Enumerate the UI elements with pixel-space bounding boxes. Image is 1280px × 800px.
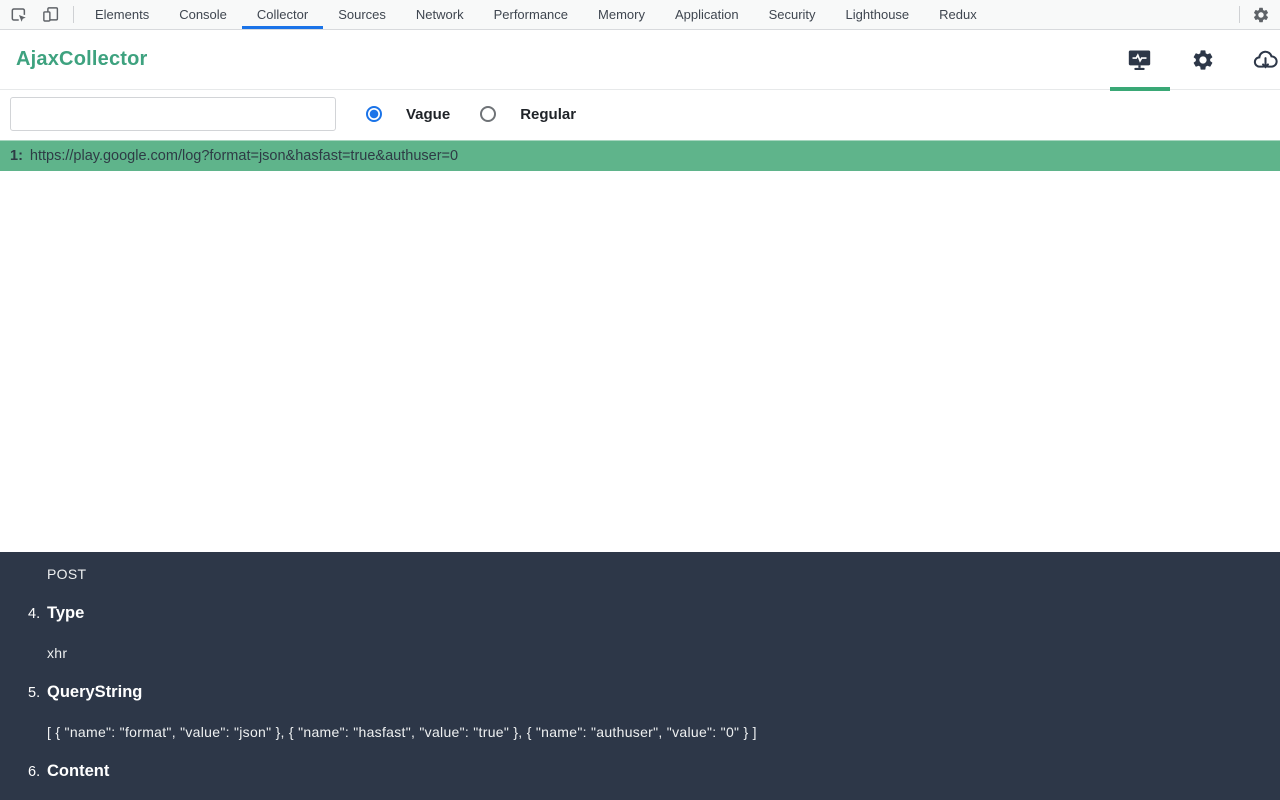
devtools-tab-network[interactable]: Network [401,0,479,29]
radio-regular[interactable] [480,106,497,122]
device-toolbar-icon[interactable] [41,5,60,24]
devtools-tab-strip: Elements Console Collector Sources Network Pe… [80,0,992,29]
devtools-tab-application[interactable]: Application [660,0,754,29]
radio-label-regular[interactable]: Regular [520,106,576,123]
detail-field-label: 6. Content [28,762,110,780]
devtools-tab-memory[interactable]: Memory [583,0,660,29]
devtools-tab-elements[interactable]: Elements [80,0,164,29]
devtools-tab-lighthouse[interactable]: Lighthouse [831,0,925,29]
app-title: AjaxCollector [16,48,148,70]
devtools-tab-security[interactable]: Security [754,0,831,29]
request-index: 1: [10,148,23,164]
devtools-tab-console[interactable]: Console [164,0,242,29]
toolbar-divider-right [1239,6,1240,23]
devtools-tab-redux[interactable]: Redux [924,0,992,29]
cloud-download-icon[interactable] [1252,46,1279,73]
detail-field-label: 4. Type [28,604,85,622]
controls-row: Vague Regular [0,90,1280,140]
filter-input[interactable] [10,97,336,131]
detail-field-value: [ { "name": "format", "value": "json" },… [47,724,757,740]
request-detail-panel: POST 4. Type xhr 5. QueryString [ { "name": "f… [0,552,1280,800]
radio-label-vague[interactable]: Vague [406,106,450,123]
request-row[interactable]: 1: https://play.google.com/log?format=jso… [0,140,1280,171]
detail-field-label: 5. QueryString [28,683,143,701]
monitor-activity-icon[interactable] [1126,46,1153,73]
header-icon-group [1126,46,1280,73]
inspect-element-icon[interactable] [9,5,28,24]
detail-field-value: xhr [47,645,68,661]
gear-icon[interactable] [1189,46,1216,73]
request-list: 1: https://play.google.com/log?format=jso… [0,140,1280,171]
devtools-tab-sources[interactable]: Sources [323,0,401,29]
devtools-tab-performance[interactable]: Performance [479,0,583,29]
radio-vague[interactable] [366,106,382,122]
mode-radio-group: Vague Regular [336,97,576,131]
detail-field-value: POST [47,566,87,582]
devtools-toolbar: Elements Console Collector Sources Network Pe… [0,0,1280,30]
app-header: AjaxCollector [0,30,1280,90]
request-url: https://play.google.com/log?format=json&… [29,148,459,164]
devtools-tab-collector[interactable]: Collector [241,0,324,29]
toolbar-divider [73,6,74,23]
devtools-settings-gear-icon[interactable] [1252,6,1270,24]
